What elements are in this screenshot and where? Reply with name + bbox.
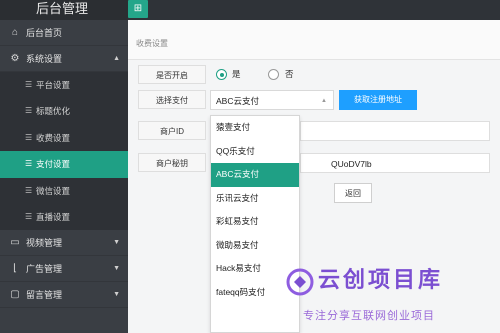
- list-icon: ☰: [25, 159, 33, 169]
- merchant-id-label: 商户ID: [138, 121, 206, 140]
- app-title: 后台管理: [0, 0, 128, 20]
- breadcrumb: 收费设置: [136, 39, 168, 48]
- sidebar-item-label: 后台首页: [26, 28, 63, 38]
- sidebar-subitem-wechat[interactable]: ☰ 微信设置: [0, 177, 128, 204]
- chevron-down-icon: ▼: [113, 291, 120, 299]
- page-header: 收费设置: [128, 20, 500, 60]
- payment-select-value: ABC云支付: [216, 96, 259, 106]
- sidebar-item-video[interactable]: ▭ 视频管理 ▼: [0, 230, 128, 257]
- dropdown-option[interactable]: 微助易支付: [211, 234, 299, 258]
- sidebar-subitem-platform[interactable]: ☰ 平台设置: [0, 72, 128, 99]
- list-icon: ☰: [25, 132, 33, 142]
- merchant-key-label: 商户秘钥: [138, 153, 206, 172]
- sidebar-subitem-label: 标题优化: [36, 106, 71, 117]
- top-header: 后台管理 ⊞: [0, 0, 500, 20]
- list-icon: ☰: [25, 185, 33, 195]
- chevron-up-icon: ▲: [321, 98, 327, 104]
- dropdown-option-selected[interactable]: ABC云支付: [211, 163, 299, 187]
- radio-no[interactable]: [268, 69, 279, 80]
- dropdown-option[interactable]: 彩虹易支付: [211, 210, 299, 234]
- sidebar: ⌂ 后台首页 ⚙ 系统设置 ▲ ☰ 平台设置 ☰ 标题优化 ☰ 收费设置 ☰ 支…: [0, 20, 128, 333]
- monitor-icon: ▭: [10, 237, 20, 249]
- watermark-subtitle: 专注分享互联网创业项目: [303, 310, 435, 322]
- dropdown-option[interactable]: 乐讯云支付: [211, 187, 299, 211]
- sidebar-subitem-charge[interactable]: ☰ 收费设置: [0, 124, 128, 152]
- pay-select-label: 选择支付: [138, 90, 206, 109]
- merchant-key-value: QUoDV7lb: [331, 159, 372, 169]
- chart-icon: ⌊: [13, 263, 17, 275]
- grid-icon[interactable]: ⊞: [128, 0, 148, 18]
- merchant-key-input[interactable]: QUoDV7lb: [300, 153, 490, 173]
- radio-yes[interactable]: [216, 69, 227, 80]
- sidebar-subitem-label: 平台设置: [36, 80, 71, 90]
- list-icon: ☰: [25, 211, 33, 221]
- chevron-up-icon: ▲: [113, 55, 120, 62]
- home-icon: ⌂: [11, 27, 19, 38]
- back-button[interactable]: 返回: [334, 183, 372, 203]
- sidebar-subitem-label: 直播设置: [36, 211, 71, 222]
- dropdown-option[interactable]: QQ乐支付: [211, 140, 299, 164]
- dropdown-option[interactable]: 猿壹支付: [211, 116, 299, 140]
- list-icon: ☰: [25, 106, 33, 116]
- message-icon: ▢: [10, 289, 20, 301]
- gear-icon: ⚙: [10, 53, 20, 64]
- sidebar-subitem-payment[interactable]: ☰ 支付设置: [0, 151, 128, 178]
- list-icon: ☰: [25, 80, 33, 89]
- sidebar-item-label: 留言管理: [26, 290, 63, 301]
- chevron-down-icon: ▼: [113, 239, 120, 247]
- sidebar-subitem-label: 微信设置: [36, 185, 71, 196]
- sidebar-item-ads[interactable]: ⌊ 广告管理 ▼: [0, 256, 128, 283]
- payment-select[interactable]: ABC云支付 ▲: [210, 90, 334, 110]
- sidebar-item-system-settings[interactable]: ⚙ 系统设置 ▲: [0, 46, 128, 72]
- sidebar-subitem-live[interactable]: ☰ 直播设置: [0, 203, 128, 231]
- sidebar-item-label: 视频管理: [26, 238, 63, 249]
- get-register-url-button[interactable]: 获取注册地址: [339, 90, 417, 110]
- radio-no-label[interactable]: 否: [285, 69, 294, 80]
- sidebar-item-label: 广告管理: [26, 264, 63, 275]
- watermark-logo-icon: [286, 268, 314, 296]
- sidebar-subitem-title-seo[interactable]: ☰ 标题优化: [0, 98, 128, 125]
- sidebar-subitem-label: 支付设置: [36, 159, 71, 170]
- merchant-id-input[interactable]: [300, 121, 490, 141]
- sidebar-subitem-label: 收费设置: [36, 132, 71, 143]
- watermark-title: 云创项目库: [318, 267, 444, 292]
- payment-dropdown: 猿壹支付 QQ乐支付 ABC云支付 乐讯云支付 彩虹易支付 微助易支付 Hack…: [210, 115, 300, 333]
- radio-yes-label[interactable]: 是: [232, 69, 241, 80]
- open-label: 是否开启: [138, 65, 206, 84]
- sidebar-item-home[interactable]: ⌂ 后台首页: [0, 20, 128, 46]
- sidebar-item-messages[interactable]: ▢ 留言管理 ▼: [0, 282, 128, 309]
- sidebar-item-label: 系统设置: [26, 54, 63, 64]
- chevron-down-icon: ▼: [113, 265, 120, 273]
